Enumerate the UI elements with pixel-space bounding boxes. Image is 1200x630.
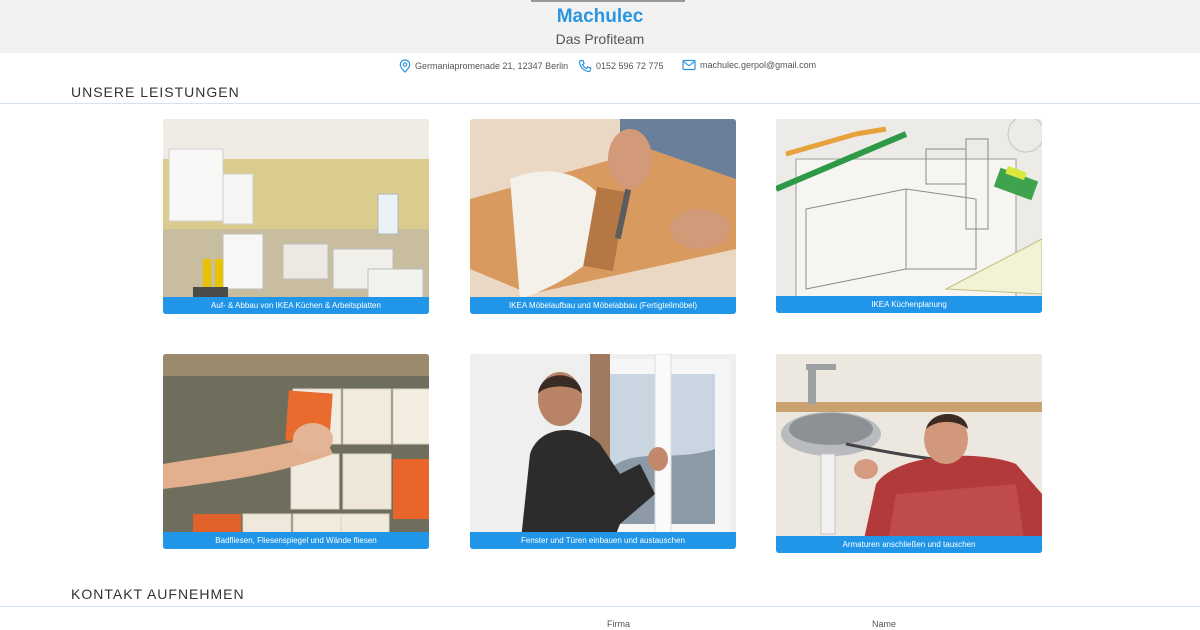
site-header: Machulec Das Profiteam: [0, 0, 1200, 53]
mail-icon: [682, 59, 696, 71]
phone-text: 0152 596 72 775: [596, 61, 664, 71]
contact-email[interactable]: machulec.gerpol@gmail.com: [682, 59, 816, 71]
furniture-assembly-image: [470, 119, 736, 314]
email-text: machulec.gerpol@gmail.com: [700, 60, 817, 70]
contact-info-bar: Germaniapromenade 21, 12347 Berlin 0152 …: [0, 57, 1200, 77]
service-caption: Fenster und Türen einbauen und austausch…: [470, 532, 736, 549]
service-card-tiling[interactable]: Badfliesen, Fliesenspiegel und Wände fli…: [163, 354, 429, 549]
contact-address[interactable]: Germaniapromenade 21, 12347 Berlin: [399, 59, 568, 73]
kitchen-renovation-image: [163, 119, 429, 314]
map-pin-icon: [399, 59, 411, 73]
company-field-label: Firma: [607, 619, 630, 629]
service-caption: Armaturen anschließen und tauschen: [776, 536, 1042, 553]
tiling-image: [163, 354, 429, 549]
service-card-kitchen-assembly[interactable]: Auf- & Abbau von IKEA Küchen & Arbeitspl…: [163, 119, 429, 314]
phone-icon: [578, 59, 592, 73]
service-caption: IKEA Möbelaufbau und Möbelabbau (Fertigt…: [470, 297, 736, 314]
services-heading: UNSERE LEISTUNGEN: [71, 84, 240, 100]
service-card-windows-doors[interactable]: Fenster und Türen einbauen und austausch…: [470, 354, 736, 549]
window-installation-image: [470, 354, 736, 549]
plumbing-image: [776, 354, 1042, 553]
address-text: Germaniapromenade 21, 12347 Berlin: [415, 61, 569, 71]
service-card-plumbing[interactable]: Armaturen anschließen und tauschen: [776, 354, 1042, 553]
name-field-label: Name: [872, 619, 897, 629]
brand-tagline: Das Profiteam: [555, 31, 645, 47]
service-card-furniture-assembly[interactable]: IKEA Möbelaufbau und Möbelabbau (Fertigt…: [470, 119, 736, 314]
service-caption: Auf- & Abbau von IKEA Küchen & Arbeitspl…: [163, 297, 429, 314]
contact-divider: [0, 606, 1200, 607]
kitchen-plan-image: [776, 119, 1042, 313]
service-card-kitchen-planning[interactable]: IKEA Küchenplanung: [776, 119, 1042, 313]
service-caption: IKEA Küchenplanung: [776, 296, 1042, 313]
contact-heading: KONTAKT AUFNEHMEN: [71, 586, 245, 602]
contact-phone[interactable]: 0152 596 72 775: [578, 59, 664, 73]
header-accent-bar: [531, 0, 685, 2]
services-divider: [0, 103, 1200, 104]
brand-name[interactable]: Machulec: [0, 6, 1200, 28]
service-caption: Badfliesen, Fliesenspiegel und Wände fli…: [163, 532, 429, 549]
